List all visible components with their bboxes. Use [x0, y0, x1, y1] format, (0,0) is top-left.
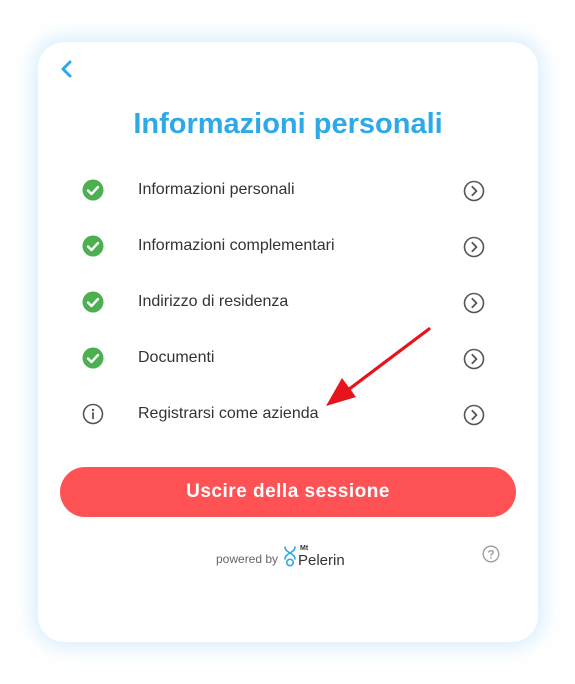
step-complementary-info[interactable]: Informazioni complementari [38, 218, 538, 274]
check-circle-icon [82, 235, 104, 257]
chevron-right-circle-icon[interactable] [463, 404, 485, 426]
step-label: Indirizzo di residenza [138, 293, 289, 310]
back-chevron-icon[interactable] [56, 58, 78, 80]
step-label: Registrarsi come azienda [138, 405, 319, 422]
page-title: Informazioni personali [133, 108, 443, 140]
step-register-company[interactable]: Registrarsi come azienda [38, 386, 538, 442]
chevron-right-circle-icon[interactable] [463, 348, 485, 370]
step-label: Informazioni complementari [138, 237, 335, 254]
personal-info-card: Informazioni personali Informazioni pers… [38, 42, 538, 642]
info-circle-icon [82, 403, 104, 425]
check-circle-icon [82, 291, 104, 313]
help-circle-icon[interactable] [482, 545, 500, 563]
chevron-right-circle-icon[interactable] [463, 180, 485, 202]
logout-button[interactable]: Uscire della sessione [60, 467, 516, 517]
step-label: Informazioni personali [138, 181, 295, 198]
step-label: Documenti [138, 349, 215, 366]
powered-by-text: powered by [216, 552, 279, 566]
check-circle-icon [82, 179, 104, 201]
brand-prefix: Mt [300, 545, 309, 552]
step-personal-info[interactable]: Informazioni personali [38, 162, 538, 218]
chevron-right-circle-icon[interactable] [463, 292, 485, 314]
brand-name: Pelerin [298, 552, 345, 569]
step-residence-address[interactable]: Indirizzo di residenza [38, 274, 538, 330]
footer: powered by Mt Pelerin [38, 542, 538, 572]
check-circle-icon [82, 347, 104, 369]
mt-pelerin-logo-icon[interactable] [283, 545, 297, 567]
chevron-right-circle-icon[interactable] [463, 236, 485, 258]
step-documents[interactable]: Documenti [38, 330, 538, 386]
